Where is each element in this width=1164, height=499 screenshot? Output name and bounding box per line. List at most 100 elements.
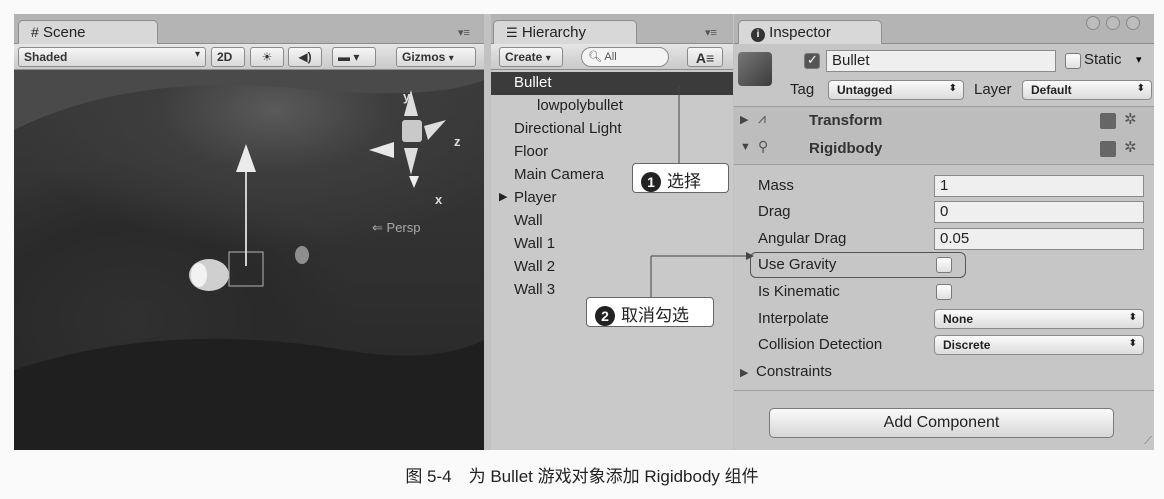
collision-detection-dropdown[interactable]: Discrete ⬍ (934, 335, 1144, 355)
window-button-icon[interactable] (1086, 16, 1100, 30)
layer-dropdown[interactable]: Default ⬍ (1022, 80, 1152, 100)
object-name-field[interactable]: Bullet (826, 50, 1056, 72)
bullet-highlight (191, 263, 207, 287)
lighting-toggle-icon[interactable]: ☀ (250, 47, 284, 67)
static-checkbox[interactable] (1065, 53, 1081, 69)
hierarchy-item-lowpolybullet[interactable]: lowpolybullet (491, 95, 733, 118)
scene-tabbar: # Scene ▾≡ (14, 14, 484, 44)
callout-number-2: 2 (595, 306, 615, 326)
resize-grip-icon[interactable]: ⟋ (1144, 435, 1152, 448)
hierarchy-panel: ☰ Hierarchy ▾≡ Create ▾ 🔍︎ All A≡ Bullet… (491, 14, 733, 450)
chevron-down-icon: ▾ (448, 53, 454, 64)
collapse-arrow-icon: ▼ (740, 141, 751, 153)
hierarchy-item-bullet[interactable]: Bullet (491, 72, 733, 95)
sort-order-icon[interactable]: A≡ (687, 47, 723, 67)
add-component-button[interactable]: Add Component (769, 408, 1114, 438)
info-icon: i (751, 28, 765, 42)
checkmark-icon: ✓ (807, 52, 818, 67)
audio-toggle-icon[interactable]: ◀) (288, 47, 322, 67)
drag-label: Drag (758, 203, 791, 220)
hierarchy-item-directional-light[interactable]: Directional Light (491, 118, 733, 141)
tab-hierarchy[interactable]: ☰ Hierarchy (493, 20, 637, 44)
tag-label: Tag (790, 81, 815, 98)
gear-icon[interactable]: ✲ (1124, 138, 1137, 156)
search-input[interactable]: 🔍︎ All (581, 47, 669, 67)
hierarchy-toolbar: Create ▾ 🔍︎ All A≡ (491, 44, 733, 70)
chevron-down-icon: ▾ (545, 53, 551, 64)
gameobject-cube-icon (738, 52, 772, 86)
hierarchy-item-wall-1[interactable]: Wall 1 (491, 233, 733, 256)
divider (734, 390, 1154, 391)
tab-inspector[interactable]: i Inspector (738, 20, 882, 44)
hierarchy-tab-menu-icon[interactable]: ▾≡ (705, 26, 717, 39)
layer-label: Layer (974, 81, 1012, 98)
shading-dropdown[interactable]: Shaded ▾ (18, 47, 206, 67)
angular-drag-label: Angular Drag (758, 230, 847, 247)
chevron-updown-icon: ⬍ (1136, 83, 1145, 94)
is-kinematic-label: Is Kinematic (758, 283, 840, 300)
constraints-label: Constraints (756, 363, 832, 380)
scene-panel: # Scene ▾≡ Shaded ▾ 2D ☀ ◀) ▬ ▾ Gizmos ▾ (14, 14, 484, 450)
list-icon: ☰ (506, 25, 518, 40)
search-placeholder: All (604, 51, 617, 63)
effects-dropdown-icon[interactable]: ▬ ▾ (332, 47, 376, 67)
transform-component-header[interactable]: ▶ ⩘ Transform ✲ (734, 106, 1154, 136)
floor-shadow (14, 338, 484, 450)
static-dropdown-icon[interactable]: ▾ (1136, 53, 1142, 66)
callout-select-text: 选择 (667, 172, 701, 191)
tag-value: Untagged (837, 83, 893, 97)
interpolate-dropdown[interactable]: None ⬍ (934, 309, 1144, 329)
arrow-left-icon: ⇐ (372, 220, 383, 235)
tab-scene[interactable]: # Scene (18, 20, 158, 44)
chevron-down-icon: ▾ (194, 49, 200, 60)
scene-tab-menu-icon[interactable]: ▾≡ (458, 26, 470, 39)
unity-editor-window: # Scene ▾≡ Shaded ▾ 2D ☀ ◀) ▬ ▾ Gizmos ▾ (14, 14, 1154, 450)
expand-arrow-icon[interactable]: ▶ (499, 190, 507, 203)
angular-drag-field[interactable]: 0.05 (934, 228, 1144, 250)
2d-toggle-button[interactable]: 2D (211, 47, 245, 67)
gear-icon[interactable]: ✲ (1124, 110, 1137, 128)
help-book-icon[interactable] (1100, 141, 1116, 157)
window-button-icon[interactable] (1126, 16, 1140, 30)
mass-field[interactable]: 1 (934, 175, 1144, 197)
is-kinematic-checkbox[interactable] (936, 284, 952, 300)
hierarchy-tabbar: ☰ Hierarchy ▾≡ (491, 14, 733, 44)
rigidbody-component-header[interactable]: ▼ ⚲ Rigidbody ✲ (734, 135, 1154, 165)
collision-detection-label: Collision Detection (758, 336, 883, 353)
callout-uncheck-text: 取消勾选 (621, 306, 689, 325)
chevron-updown-icon: ⬍ (1128, 312, 1137, 323)
rigidbody-icon: ⚲ (758, 138, 769, 154)
move-gizmo-arrow[interactable] (236, 144, 256, 172)
hierarchy-item-wall[interactable]: Wall (491, 210, 733, 233)
hierarchy-item-floor[interactable]: Floor (491, 141, 733, 164)
gizmos-dropdown[interactable]: Gizmos ▾ (396, 47, 476, 67)
scene-viewport[interactable]: y z x ⇐ Persp (14, 70, 484, 450)
gizmos-label: Gizmos (402, 50, 446, 64)
persp-label[interactable]: ⇐ Persp (372, 220, 421, 236)
inspector-panel: i Inspector ✓ Bullet Static ▾ Tag Untagg… (734, 14, 1154, 450)
drag-field[interactable]: 0 (934, 201, 1144, 223)
inspector-tabbar: i Inspector (734, 14, 1154, 44)
scene-render (14, 70, 484, 450)
create-dropdown[interactable]: Create ▾ (499, 47, 563, 67)
help-book-icon[interactable] (1100, 113, 1116, 129)
shading-value: Shaded (24, 50, 68, 64)
inspector-body: ✓ Bullet Static ▾ Tag Untagged ⬍ Layer D… (734, 44, 1154, 450)
persp-text: Persp (386, 220, 421, 235)
scene-toolbar: Shaded ▾ 2D ☀ ◀) ▬ ▾ Gizmos ▾ (14, 44, 484, 70)
tag-dropdown[interactable]: Untagged ⬍ (828, 80, 964, 100)
scene-grid-icon: # (31, 24, 39, 40)
active-checkbox[interactable]: ✓ (804, 52, 820, 69)
use-gravity-checkbox[interactable] (936, 257, 952, 273)
hierarchy-item-wall-2[interactable]: Wall 2 (491, 256, 733, 279)
static-label: Static (1084, 51, 1122, 68)
orientation-gizmo-icon[interactable] (369, 90, 446, 188)
search-icon: 🔍︎ (588, 51, 602, 63)
callout-select: 1 选择 (632, 163, 729, 193)
axis-y-label: y (403, 89, 411, 104)
expand-arrow-icon: ▶ (740, 367, 749, 379)
transform-title: Transform (809, 112, 883, 129)
window-button-icon[interactable] (1106, 16, 1120, 30)
expand-arrow-icon: ▶ (740, 114, 749, 126)
light-blob (295, 246, 309, 264)
